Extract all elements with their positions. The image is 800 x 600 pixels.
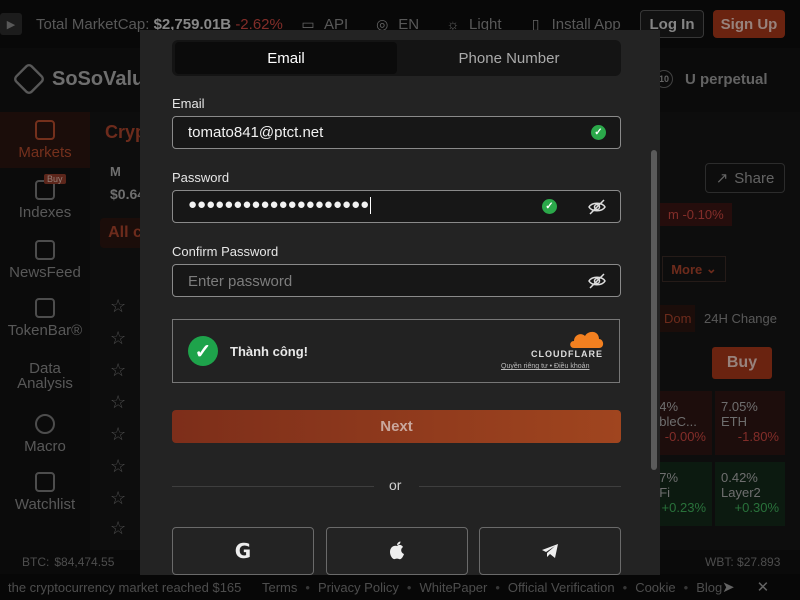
or-separator: or bbox=[389, 477, 402, 493]
tab-phone-number[interactable]: Phone Number bbox=[398, 42, 620, 74]
divider bbox=[419, 486, 621, 487]
signup-method-tabs: Email Phone Number bbox=[172, 40, 621, 76]
modal-scrollbar[interactable] bbox=[651, 150, 657, 470]
email-field[interactable]: tomato841@ptct.net ✓ bbox=[172, 116, 621, 149]
password-dots: ●●●●●●●●●●●●●●●●●●●● bbox=[188, 196, 370, 213]
eye-off-icon[interactable] bbox=[587, 197, 607, 217]
signup-modal: Email Phone Number Email tomato841@ptct.… bbox=[140, 30, 660, 575]
telegram-login-button[interactable] bbox=[479, 527, 621, 575]
password-field[interactable]: ●●●●●●●●●●●●●●●●●●●● ✓ bbox=[172, 190, 621, 223]
text-caret bbox=[370, 196, 372, 214]
cloudflare-links[interactable]: Quyền riêng tư • Điều khoản bbox=[501, 363, 589, 370]
apple-login-button[interactable] bbox=[326, 527, 468, 575]
success-check-icon: ✓ bbox=[188, 336, 218, 366]
confirm-password-label: Confirm Password bbox=[172, 244, 279, 259]
cloudflare-cloud-icon bbox=[570, 331, 604, 348]
confirm-password-field[interactable]: Enter password bbox=[172, 264, 621, 297]
google-icon: G bbox=[234, 539, 252, 563]
password-label: Password bbox=[172, 170, 230, 185]
check-icon: ✓ bbox=[542, 199, 557, 214]
tab-email[interactable]: Email bbox=[175, 42, 397, 74]
telegram-icon bbox=[542, 544, 558, 558]
eye-off-icon[interactable] bbox=[587, 271, 607, 291]
apple-icon bbox=[390, 541, 404, 560]
email-value: tomato841@ptct.net bbox=[188, 124, 324, 141]
captcha-status: Thành công! bbox=[230, 344, 308, 359]
check-icon: ✓ bbox=[591, 125, 606, 140]
cloudflare-captcha[interactable]: ✓ Thành công! CLOUDFLARE Quyền riêng tư … bbox=[172, 319, 620, 383]
email-label: Email bbox=[172, 96, 205, 111]
google-login-button[interactable]: G bbox=[172, 527, 314, 575]
confirm-password-placeholder: Enter password bbox=[188, 273, 293, 290]
cloudflare-logo: CLOUDFLARE bbox=[531, 349, 603, 359]
password-mask: ●●●●●●●●●●●●●●●●●●●● bbox=[188, 196, 372, 214]
next-button[interactable]: Next bbox=[172, 410, 621, 443]
divider bbox=[172, 486, 374, 487]
